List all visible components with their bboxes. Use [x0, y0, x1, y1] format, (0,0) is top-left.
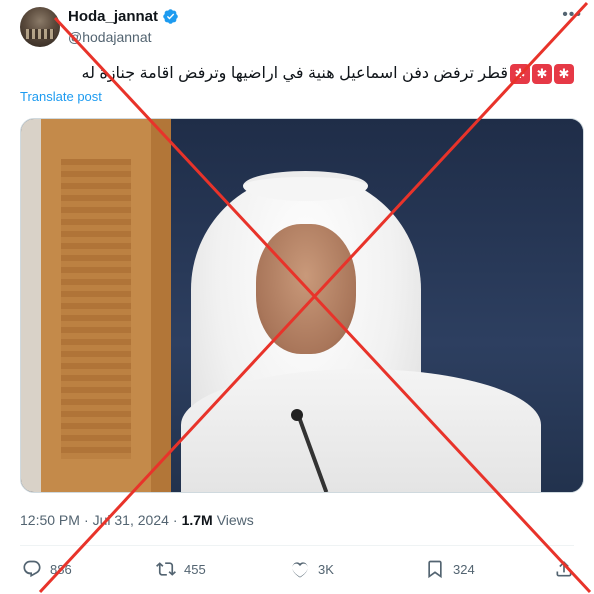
views-label: Views: [216, 512, 254, 528]
face: [256, 224, 356, 354]
action-bar: 886 455 3K 324: [20, 559, 578, 583]
tweet-body: قطر ترفض دفن اسماعيل هنية في اراضيها وتر…: [81, 65, 508, 82]
police-light-icon: ✱: [510, 64, 530, 84]
ellipsis-icon[interactable]: •••: [562, 6, 582, 24]
like-button[interactable]: 3K: [290, 559, 334, 579]
wooden-panel-background: [21, 119, 171, 492]
bookmark-icon: [428, 560, 442, 579]
bookmark-count: 324: [453, 561, 475, 577]
tweet-media-image[interactable]: [20, 118, 584, 493]
police-light-icon: ✱: [532, 64, 552, 84]
translate-post-link[interactable]: Translate post: [20, 89, 102, 104]
share-button[interactable]: [554, 559, 574, 579]
police-light-icon: ✱: [554, 64, 574, 84]
thobe-shoulders: [181, 369, 541, 492]
repost-count: 455: [184, 561, 206, 577]
author-name-row: Hoda_jannat: [68, 8, 179, 25]
avatar[interactable]: [20, 7, 60, 47]
repost-icon: [156, 562, 176, 576]
tweet-time[interactable]: 12:50 PM: [20, 512, 80, 528]
head-top: [243, 171, 368, 201]
tweet-meta: 12:50 PM · Jul 31, 2024 · 1.7M Views: [20, 512, 254, 528]
reply-button[interactable]: 886: [22, 559, 72, 579]
reply-count: 886: [50, 561, 72, 577]
tweet-text: ✱ ✱ ✱ قطر ترفض دفن اسماعيل هنية في اراضي…: [20, 63, 574, 85]
like-count: 3K: [318, 561, 334, 577]
tweet-card: Hoda_jannat @hodajannat ••• ✱ ✱ ✱ قطر تر…: [0, 0, 594, 594]
heart-icon: [292, 562, 308, 578]
meta-separator: ·: [172, 512, 178, 528]
display-name[interactable]: Hoda_jannat: [68, 8, 158, 25]
views-count[interactable]: 1.7M: [182, 512, 213, 528]
verified-badge-icon: [163, 9, 178, 24]
meta-separator: ·: [83, 512, 89, 528]
microphone-icon: [291, 409, 303, 421]
share-icon: [556, 561, 572, 577]
bookmark-button[interactable]: 324: [425, 559, 475, 579]
tweet-date[interactable]: Jul 31, 2024: [93, 512, 169, 528]
repost-button[interactable]: 455: [156, 559, 206, 579]
author-handle[interactable]: @hodajannat: [68, 29, 152, 45]
reply-icon: [23, 560, 41, 578]
divider: [20, 545, 574, 546]
